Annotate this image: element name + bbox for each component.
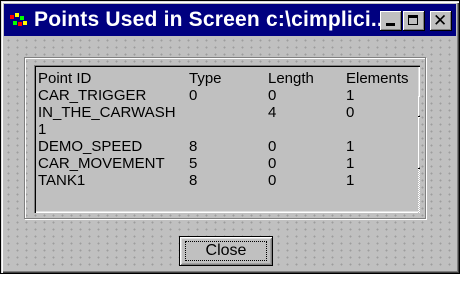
point-id-cell: CAR_MOVEMENT [38,155,165,172]
length-cell: 4 [268,104,277,121]
list-header-row: Point ID Type Length Elements [38,70,409,87]
close-button[interactable]: Close [179,236,273,266]
elements-cell: 1 [346,87,355,104]
dialog-body: Point ID Type Length Elements CAR_TRIGGER 0 0 1… [4,37,456,270]
point-id-cell: DEMO_SPEED [38,138,143,155]
list-row[interactable]: 1 [38,121,394,138]
type-cell: 8 [189,138,198,155]
type-cell: Type [189,70,222,87]
close-window-button[interactable]: ✕ [430,11,452,31]
type-cell: 0 [189,87,198,104]
points-list[interactable]: Point ID Type Length Elements CAR_TRIGGER 0 0 1… [34,65,420,213]
length-cell: 0 [268,172,277,189]
elements-cell: 1 [346,172,355,189]
scrollbar-thumb[interactable] [418,117,420,169]
length-cell: 0 [268,138,277,155]
list-row[interactable]: CAR_MOVEMENT 5 0 1 [38,155,394,172]
elements-cell: 0 [346,104,355,121]
vertical-scrollbar[interactable] [418,96,420,213]
minimize-icon [386,23,395,26]
window-title: Points Used in Screen c:\cimplici... [34,8,389,31]
close-icon: ✕ [433,11,448,30]
maximize-button[interactable] [403,11,425,31]
list-row[interactable]: DEMO_SPEED 8 0 1 [38,138,394,155]
points-list-content: Point ID Type Length Elements CAR_TRIGGER 0 0 1… [38,70,409,210]
point-id-cell: TANK1 [38,172,86,189]
list-row[interactable]: IN_THE_CARWASH 4 0 [38,104,394,121]
title-bar[interactable]: Points Used in Screen c:\cimplici... ✕ [4,4,456,36]
elements-cell: 1 [346,155,355,172]
point-id-cell: CAR_TRIGGER [38,87,147,104]
minimize-button[interactable] [380,11,402,31]
length-cell: 0 [268,155,277,172]
elements-cell: 1 [346,138,355,155]
point-id-cell: Point ID [38,70,92,87]
point-id-cell: 1 [38,121,47,138]
scroll-up-button[interactable] [418,96,420,117]
dialog-window: Points Used in Screen c:\cimplici... ✕ P… [0,0,460,274]
length-cell: 0 [268,87,277,104]
type-cell: 5 [189,155,198,172]
elements-cell: Elements [346,70,409,87]
list-row[interactable]: CAR_TRIGGER 0 0 1 [38,87,394,104]
list-row[interactable]: TANK1 8 0 1 [38,172,394,189]
app-icon [10,13,27,26]
type-cell: 8 [189,172,198,189]
maximize-icon [408,15,418,25]
point-id-cell: IN_THE_CARWASH [38,104,176,121]
length-cell: Length [268,70,314,87]
close-button-label: Close [205,242,247,259]
